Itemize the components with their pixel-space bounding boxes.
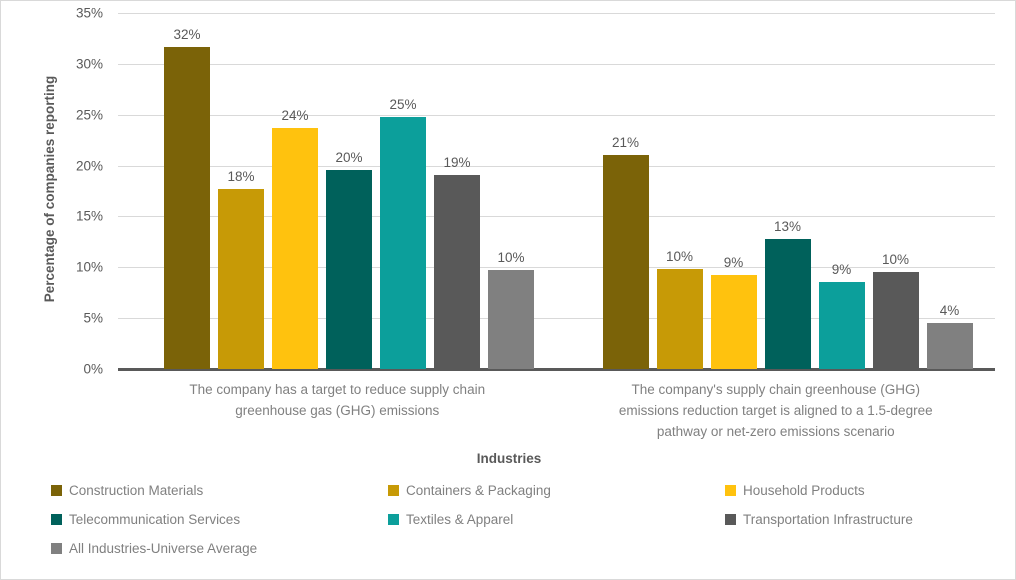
bar-value-label: 21% [611, 135, 640, 151]
legend-swatch-icon [725, 513, 736, 525]
bar [164, 46, 210, 369]
legend-swatch-icon [51, 484, 62, 496]
legend-item[interactable]: All Industries-Universe Average [51, 537, 257, 559]
legend-swatch-icon [388, 513, 399, 525]
legend-label: Textiles & Apparel [406, 511, 514, 527]
y-axis-tick-label: 0% [83, 361, 103, 377]
legend-item[interactable]: Construction Materials [51, 479, 203, 501]
x-axis-category-label-line: The company has a target to reduce suppl… [189, 382, 486, 397]
bar [818, 281, 865, 369]
x-axis-title: Industries [476, 451, 542, 466]
bar-chart: Percentage of companies reporting 0% 5% 10… [0, 0, 1016, 580]
legend-label: Household Products [743, 482, 865, 498]
y-axis-tick-label: 20% [75, 158, 103, 174]
bar-value-label: 32% [173, 26, 201, 42]
bar [872, 272, 919, 369]
legend-item[interactable]: Telecommunication Services [51, 508, 240, 530]
bar-value-label: 18% [227, 168, 255, 184]
bar-value-label: 25% [389, 96, 417, 112]
bar [656, 269, 703, 369]
bar-value-label: 24% [281, 107, 309, 123]
legend-item[interactable]: Household Products [725, 479, 865, 501]
legend-label: Transportation Infrastructure [743, 511, 913, 527]
bar [326, 169, 372, 369]
legend-label: Containers & Packaging [406, 482, 551, 498]
y-axis-tick-label: 35% [75, 5, 103, 21]
legend-swatch-icon [51, 513, 62, 525]
y-axis-tick-label: 15% [75, 208, 103, 224]
bar [272, 127, 318, 369]
bar [602, 155, 649, 369]
bar [218, 188, 264, 369]
x-axis-category-label-line: emissions reduction target is aligned to… [618, 403, 933, 418]
bar-value-label: 10% [881, 252, 910, 268]
x-axis-category-label: The company's supply chain greenhouse (G… [557, 379, 996, 442]
y-axis-tick-label: 30% [75, 56, 103, 72]
y-axis-tick-labels: 0% 5% 10% 15% 20% 25% 30% 35% [1, 1, 113, 381]
y-axis-tick-label: 25% [75, 107, 103, 123]
x-axis-category-label: The company has a target to reduce suppl… [118, 379, 557, 421]
x-axis-category-label-line: The company's supply chain greenhouse (G… [631, 382, 920, 397]
x-axis-category-label-line: pathway or net-zero emissions scenario [656, 424, 895, 439]
legend-swatch-icon [51, 542, 62, 554]
bar-value-label: 10% [497, 250, 525, 266]
legend-label: Telecommunication Services [69, 511, 241, 527]
legend-item[interactable]: Textiles & Apparel [388, 508, 513, 530]
bar-value-label: 9% [723, 255, 744, 271]
bar [926, 323, 973, 369]
bar-value-label: 4% [939, 303, 960, 319]
y-axis-tick-label: 5% [83, 310, 103, 326]
legend: Construction Materials Containers & Packa… [51, 479, 981, 571]
x-axis-category-labels: The company has a target to reduce suppl… [118, 379, 995, 451]
x-axis-category-label-line: greenhouse gas (GHG) emissions [235, 403, 440, 418]
legend-swatch-icon [725, 484, 736, 496]
bar [764, 238, 811, 369]
bar [380, 116, 426, 369]
bar [488, 270, 534, 369]
bars-layer: 32% 18% 24% 20% 25% 19% 10% 21% 10% 9% 13% 9% 10% 4% [118, 13, 995, 369]
bar-value-label: 13% [773, 218, 802, 234]
legend-label: All Industries-Universe Average [69, 540, 258, 556]
legend-swatch-icon [388, 484, 399, 496]
bar [434, 174, 480, 369]
legend-item[interactable]: Containers & Packaging [388, 479, 551, 501]
legend-item[interactable]: Transportation Infrastructure [725, 508, 913, 530]
legend-label: Construction Materials [69, 482, 204, 498]
bar-value-label: 20% [335, 149, 363, 165]
bar [710, 275, 757, 369]
bar-value-label: 19% [443, 154, 471, 170]
y-axis-tick-label: 10% [75, 259, 103, 275]
